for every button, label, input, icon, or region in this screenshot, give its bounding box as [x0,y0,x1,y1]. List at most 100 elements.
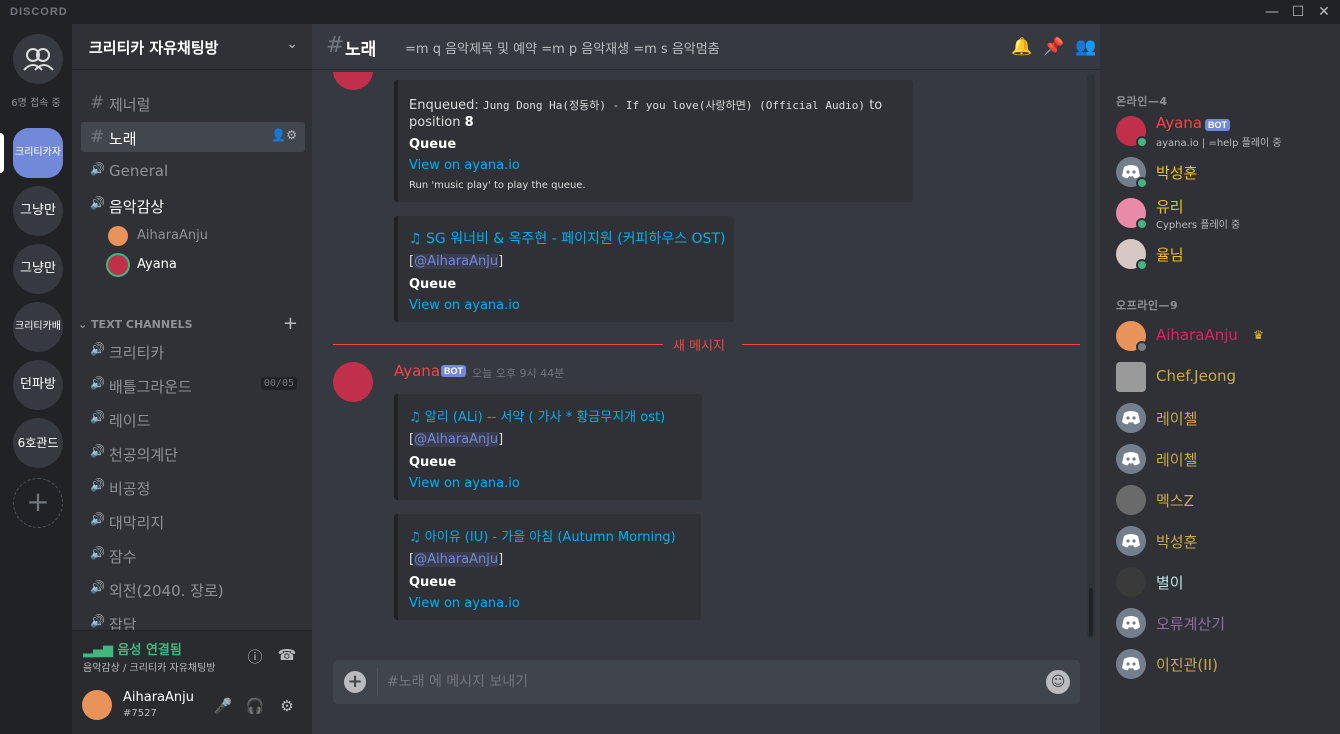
server-name: 크리티카 자유채팅방 [89,39,219,57]
member-item[interactable]: 유리 Cyphers 플레이 중 [1116,196,1336,232]
voice-channel[interactable]: 🔊 천공의계단 [81,438,305,468]
user-tag: #7527 [123,708,157,719]
members-icon[interactable]: 👥 [1075,36,1097,58]
member-item[interactable]: 박성훈 [1116,155,1336,191]
server-icon[interactable]: 던파방 [13,360,63,410]
track-title-link[interactable]: ♫ 아이유 (IU) - 가을 아침 (Autumn Morning) [409,526,676,545]
info-icon[interactable]: ⓘ [245,646,265,666]
track-title-link[interactable]: ♫ 알리 (ALi) -- 서약 ( 가사 * 황금무지개 ost) [409,406,665,425]
status-online-icon [1136,218,1148,230]
member-item[interactable]: 오류계산기 [1116,606,1336,642]
app-brand: DISCORD [10,6,68,18]
avatar[interactable] [333,362,373,402]
minimize-icon[interactable]: — [1260,3,1284,21]
scrollbar-thumb[interactable] [1089,588,1093,636]
speaker-icon: 🔊 [90,410,105,424]
user-mention[interactable]: @AiharaAnju [414,254,499,269]
speaker-icon: 🔊 [90,444,105,458]
server-list: 6명 접속 중 크리티카자 그냥만 그냥만 크리티카배 던파방 6호관드 + [0,24,72,734]
voice-channel[interactable]: 🔊 잠수 [81,540,305,570]
user-limit-badge: 00/05 [260,377,297,390]
server-icon[interactable]: 그냥만 [13,244,63,294]
server-icon[interactable]: 그냥만 [13,186,63,236]
speaker-icon: 🔊 [90,376,105,390]
server-icon[interactable]: 크리티카자 [13,128,63,178]
member-item[interactable]: Ayana BOT ayana.io | =help 플레이 중 [1116,114,1336,150]
voice-channel[interactable]: 🔊 General [81,156,305,186]
new-messages-divider [333,344,663,345]
scrollbar-track[interactable] [1087,74,1095,638]
avatar [1116,649,1146,679]
voice-channel[interactable]: 🔊 비공정 [81,472,305,502]
view-link[interactable]: View on ayana.io [409,596,520,611]
new-messages-label: 새 메시지 [667,335,731,354]
add-server-button[interactable]: + [13,478,63,528]
voice-connection-panel: ▂▄▆ 음성 연결됨 음악감상 / 크리티카 자유채팅방 ⓘ ☎ [72,630,312,680]
member-item[interactable]: AiharaAnju ♛ [1116,319,1336,355]
avatar [1116,608,1146,638]
online-count: 6명 접속 중 [11,98,61,109]
active-server-indicator [0,133,4,173]
chevron-down-icon[interactable]: ⌄ [286,36,298,52]
microphone-icon[interactable]: 🎤 [213,697,233,715]
gear-icon[interactable]: ⚙ [277,697,297,715]
crown-icon: ♛ [1253,328,1264,342]
disconnect-icon[interactable]: ☎ [277,646,297,666]
member-item[interactable]: 박성훈 [1116,524,1336,560]
chat-area: # 노래 =m q 음악제목 및 예약 =m p 음악재생 =m s 음악멈춤 … [312,24,1320,734]
voice-status: ▂▄▆ 음성 연결됨 [83,643,182,658]
voice-channel[interactable]: 🔊 잡담 [81,608,305,630]
invite-settings-icons[interactable]: 👤⚙ [271,128,297,142]
pin-icon[interactable]: 📌 [1043,36,1065,58]
bell-icon[interactable]: 🔔 [1011,36,1033,58]
add-channel-icon[interactable]: + [283,313,298,334]
message-input[interactable] [385,660,1025,704]
speaker-icon: 🔊 [90,162,105,176]
speaker-icon: 🔊 [90,580,105,594]
avatar[interactable] [82,690,112,720]
user-mention[interactable]: @AiharaAnju [414,432,499,447]
server-icon[interactable]: 6호관드 [13,418,63,468]
voice-channel[interactable]: 🔊 음악감상 [81,190,305,220]
headphones-icon[interactable]: 🎧 [245,697,265,715]
member-item[interactable]: 별이 [1116,565,1336,601]
speaker-icon: 🔊 [90,196,105,210]
channel-general-text[interactable]: # 제너럴 [81,88,305,118]
message-author[interactable]: Ayana [394,362,440,380]
server-icon[interactable]: 크리티카배 [13,302,63,352]
friends-home-icon[interactable] [13,34,63,84]
member-item[interactable]: 이진관(II) [1116,647,1336,683]
view-link[interactable]: View on ayana.io [409,158,520,173]
attach-plus-icon[interactable]: + [344,671,366,693]
maximize-icon[interactable]: ☐ [1286,3,1310,21]
user-mention[interactable]: @AiharaAnju [414,552,499,567]
music-note-icon: ♫ [409,410,425,425]
member-item[interactable]: 레이첼 [1116,442,1336,478]
member-list: 온라인—4 Ayana BOT ayana.io | =help 플레이 중 박… [1100,24,1340,734]
chat-header: # 노래 =m q 음악제목 및 예약 =m p 음악재생 =m s 음악멈춤 … [312,24,1320,70]
voice-channel[interactable]: 🔊 배틀그라운드 00/05 [81,370,305,400]
channel-name: 노래 [345,40,377,60]
status-online-icon [1136,136,1148,148]
emoji-icon[interactable]: ☺ [1046,670,1070,694]
view-link[interactable]: View on ayana.io [409,476,520,491]
offline-header: 오프라인—9 [1116,299,1179,312]
track-title-link[interactable]: ♫ SG 워너비 & 옥주현 - 페이지원 (커피하우스 OST) [409,228,725,248]
channel-topic: =m q 음악제목 및 예약 =m p 음악재생 =m s 음악멈춤 [405,42,720,57]
avatar [1116,362,1146,392]
speaker-icon: 🔊 [90,342,105,356]
member-item[interactable]: 율님 [1116,237,1336,273]
close-icon[interactable]: ✕ [1312,3,1336,21]
member-item[interactable]: Chef.Jeong [1116,360,1336,396]
status-online-icon [1136,259,1148,271]
voice-channel[interactable]: 🔊 외전(2040. 장로) [81,574,305,604]
voice-channel[interactable]: 🔊 레이드 [81,404,305,434]
voice-channel[interactable]: 🔊 대막리지 [81,506,305,536]
channel-selected[interactable]: # 노래 👤⚙ [81,122,305,152]
member-item[interactable]: 레이첼 [1116,401,1336,437]
category-text-channels[interactable]: ⌄ TEXT CHANNELS + [78,313,306,334]
voice-channel[interactable]: 🔊 크리티카 [81,336,305,366]
view-link[interactable]: View on ayana.io [409,298,520,313]
server-header[interactable]: 크리티카 자유채팅방 ⌄ [72,24,312,70]
member-item[interactable]: 멕스Z [1116,483,1336,519]
